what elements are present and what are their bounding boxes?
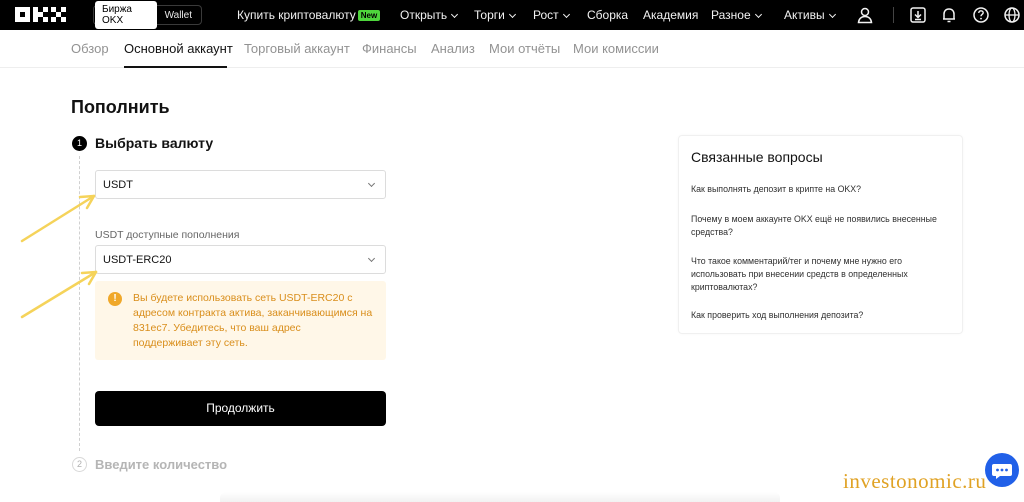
- step-2-indicator: 2: [72, 457, 87, 472]
- okx-logo-mark: [15, 7, 66, 22]
- exchange-tab[interactable]: Биржа OKX: [95, 1, 157, 29]
- bottom-panel-edge: [220, 492, 780, 502]
- tab-trading-account[interactable]: Торговый аккаунт: [244, 41, 350, 56]
- nav-academy-label: Академия: [643, 8, 699, 22]
- network-warning-box: ! Вы будете использовать сеть USDT-ERC20…: [95, 281, 386, 360]
- okx-logo[interactable]: [15, 7, 77, 23]
- exchange-wallet-switch: Биржа OKX Wallet: [93, 1, 202, 29]
- warning-icon: !: [108, 292, 122, 306]
- user-icon[interactable]: [856, 6, 874, 24]
- currency-select[interactable]: USDT: [95, 170, 386, 199]
- nav-assets-label: Активы: [784, 8, 825, 22]
- download-icon[interactable]: [909, 6, 927, 24]
- support-chat-button[interactable]: [985, 453, 1019, 487]
- chevron-down-icon: [508, 10, 516, 19]
- nav-grow[interactable]: Рост: [533, 8, 570, 22]
- tab-analysis[interactable]: Анализ: [431, 41, 475, 56]
- network-select-value: USDT-ERC20: [103, 254, 172, 266]
- nav-build[interactable]: Сборка: [587, 8, 628, 22]
- chat-icon: [992, 464, 1012, 479]
- nav-trade-label: Торги: [474, 8, 505, 22]
- step-connector-line: [79, 156, 80, 451]
- account-subtabs: Обзор Основной аккаунт Торговый аккаунт …: [0, 30, 1024, 68]
- bell-icon[interactable]: [940, 6, 958, 24]
- nav-grow-label: Рост: [533, 8, 559, 22]
- chevron-down-icon: [828, 10, 836, 19]
- step-2-title: Введите количество: [95, 457, 228, 472]
- faq-link-2[interactable]: Почему в моем аккаунте OKX ещё не появил…: [691, 213, 946, 239]
- faq-link-4[interactable]: Как проверить ход выполнения депозита?: [691, 309, 946, 322]
- network-label: USDT доступные пополнения: [95, 229, 240, 241]
- top-navigation-bar: Биржа OKX Wallet Купить криптовалюту New …: [0, 0, 1024, 30]
- faq-link-1[interactable]: Как выполнять депозит в крипте на OKX?: [691, 183, 946, 196]
- tab-main-account[interactable]: Основной аккаунт: [124, 41, 233, 56]
- step-1-title: Выбрать валюту: [95, 135, 214, 151]
- faq-link-3[interactable]: Что такое комментарий/тег и почему мне н…: [691, 255, 946, 294]
- active-tab-indicator: [124, 66, 227, 68]
- nav-assets[interactable]: Активы: [784, 8, 836, 22]
- network-warning-text: Вы будете использовать сеть USDT-ERC20 с…: [133, 292, 373, 349]
- tab-my-reports[interactable]: Мои отчёты: [489, 41, 560, 56]
- nav-more[interactable]: Разное: [711, 8, 762, 22]
- site-watermark: investonomic.ru: [843, 469, 987, 493]
- step-1-indicator: 1: [72, 136, 87, 151]
- new-badge: New: [357, 10, 381, 21]
- nav-open[interactable]: Открыть: [400, 8, 459, 22]
- network-select[interactable]: USDT-ERC20: [95, 245, 386, 274]
- annotation-arrow-1: [20, 194, 96, 243]
- chevron-down-icon: [367, 254, 376, 263]
- nav-trade[interactable]: Торги: [474, 8, 516, 22]
- help-icon[interactable]: [972, 6, 990, 24]
- nav-open-label: Открыть: [400, 8, 448, 22]
- annotation-arrow-2: [20, 270, 98, 319]
- wallet-tab[interactable]: Wallet: [157, 7, 200, 24]
- currency-select-value: USDT: [103, 179, 133, 191]
- chevron-down-icon: [754, 10, 762, 19]
- tab-my-fees[interactable]: Мои комиссии: [573, 41, 659, 56]
- nav-buy-crypto[interactable]: Купить криптовалюту New: [237, 8, 381, 22]
- nav-build-label: Сборка: [587, 8, 629, 22]
- tab-overview[interactable]: Обзор: [71, 41, 109, 56]
- chevron-down-icon: [562, 10, 570, 19]
- page-title: Пополнить: [71, 97, 170, 117]
- chevron-down-icon: [451, 10, 459, 19]
- continue-button[interactable]: Продолжить: [95, 391, 386, 426]
- nav-buy-crypto-label: Купить криптовалюту: [237, 8, 356, 22]
- tab-finance[interactable]: Финансы: [362, 41, 417, 56]
- nav-more-label: Разное: [711, 8, 751, 22]
- related-questions-title: Связанные вопросы: [691, 149, 823, 165]
- globe-icon[interactable]: [1003, 6, 1021, 24]
- nav-academy[interactable]: Академия: [643, 8, 698, 22]
- nav-divider: [893, 7, 894, 23]
- related-questions-card: Связанные вопросы Как выполнять депозит …: [678, 135, 963, 334]
- chevron-down-icon: [367, 179, 376, 188]
